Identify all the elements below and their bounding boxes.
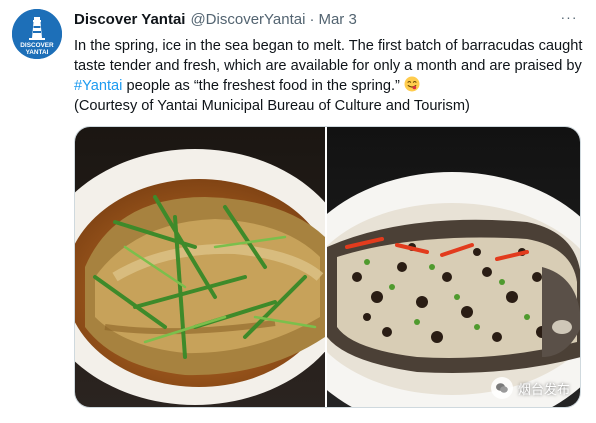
tweet-header: Discover Yantai @DiscoverYantai · Mar 3 …: [74, 10, 580, 30]
header-separator: ·: [309, 11, 315, 28]
tweet-text-part1: In the spring, ice in the sea began to m…: [74, 38, 583, 74]
svg-text:YANTAI: YANTAI: [26, 49, 49, 56]
credit-line: (Courtesy of Yantai Municipal Bureau of …: [74, 98, 470, 114]
wechat-icon: [490, 377, 513, 399]
steamed-fish-image: [327, 127, 580, 407]
watermark: 烟台发布: [490, 377, 570, 399]
braised-fish-image: [75, 127, 325, 407]
watermark-text: 烟台发布: [517, 381, 570, 397]
photo-braised-fish[interactable]: [75, 127, 327, 407]
display-name[interactable]: Discover Yantai: [74, 10, 185, 30]
hashtag-link[interactable]: #Yantai: [74, 78, 122, 94]
more-options-icon[interactable]: ···: [558, 10, 580, 30]
media-grid[interactable]: 烟台发布: [74, 126, 581, 408]
user-handle[interactable]: @DiscoverYantai: [190, 10, 305, 30]
tweet-date[interactable]: Mar 3: [318, 10, 356, 30]
tweet[interactable]: DISCOVER YANTAI Discover Yantai @Discove…: [0, 0, 596, 423]
discover-yantai-logo: DISCOVER YANTAI: [12, 9, 62, 59]
tweet-text-part2: people as “the freshest food in the spri…: [122, 78, 400, 94]
photo-steamed-fish[interactable]: 烟台发布: [327, 127, 580, 407]
tweet-text: In the spring, ice in the sea began to m…: [74, 36, 584, 116]
svg-text:DISCOVER: DISCOVER: [20, 42, 54, 49]
face-savoring-food-emoji: [404, 76, 420, 92]
avatar[interactable]: DISCOVER YANTAI: [12, 9, 62, 59]
